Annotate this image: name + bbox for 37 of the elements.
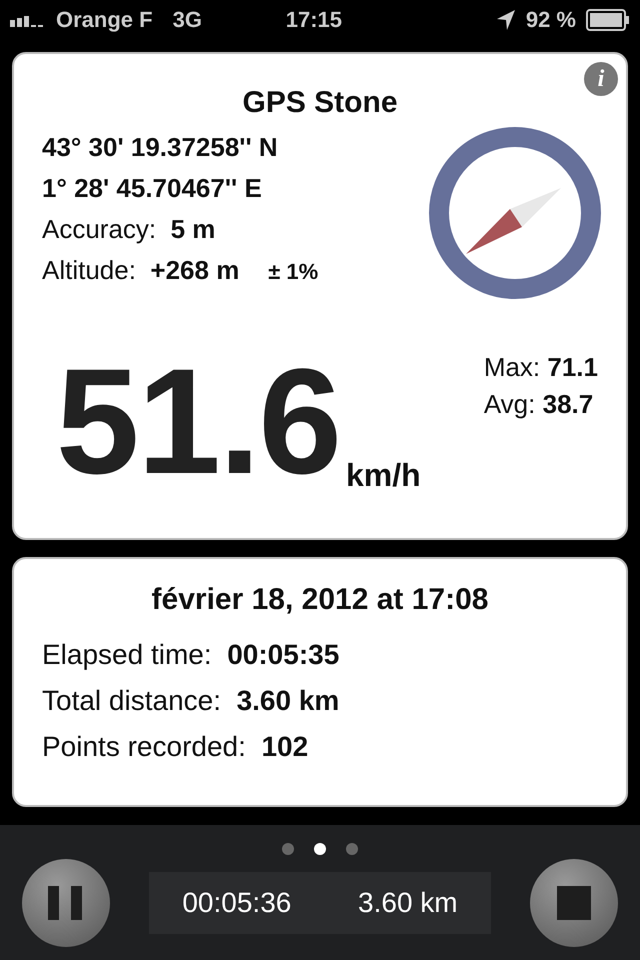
accuracy-value: 5 m: [170, 214, 216, 244]
clock: 17:15: [284, 7, 344, 33]
app-title: GPS Stone: [241, 86, 399, 120]
stat-value: 3.60 km: [236, 685, 340, 716]
avg-label: Avg:: [484, 389, 536, 419]
stat-value: 102: [261, 731, 308, 762]
elapsed-time: 00:05:36: [182, 887, 292, 919]
stat-label: Total distance:: [42, 685, 221, 716]
stop-icon: [557, 886, 591, 920]
altitude-tolerance: ± 1%: [268, 259, 318, 284]
stat-value: 00:05:35: [227, 639, 340, 670]
info-icon[interactable]: i: [584, 62, 618, 96]
compass-icon: [428, 126, 602, 300]
latitude: 43° 30' 19.37258'' N: [42, 132, 279, 163]
pause-icon: [48, 886, 84, 920]
stat-label: Points recorded:: [42, 731, 246, 762]
page-dot[interactable]: [346, 843, 358, 855]
max-value: 71.1: [547, 352, 598, 382]
battery-icon: [586, 9, 630, 31]
speed-value: 51.6: [56, 358, 340, 486]
max-label: Max:: [484, 352, 540, 382]
longitude: 1° 28' 45.70467'' E: [42, 173, 263, 204]
altitude-value: +268 m: [150, 255, 240, 285]
page-dot[interactable]: [282, 843, 294, 855]
location-arrow-icon: [496, 9, 516, 31]
accuracy-label: Accuracy:: [42, 214, 156, 244]
carrier-name: Orange F: [56, 7, 153, 33]
speed-unit: km/h: [346, 456, 421, 494]
network-type: 3G: [172, 7, 202, 33]
session-date: février 18, 2012 at 17:08: [150, 583, 490, 617]
battery-percent: 92 %: [526, 7, 576, 33]
page-dot[interactable]: [314, 843, 326, 855]
avg-value: 38.7: [542, 389, 594, 419]
signal-icon: [10, 13, 46, 27]
stat-label: Elapsed time:: [42, 639, 212, 670]
distance: 3.60 km: [358, 887, 458, 919]
altitude-label: Altitude:: [42, 255, 136, 285]
